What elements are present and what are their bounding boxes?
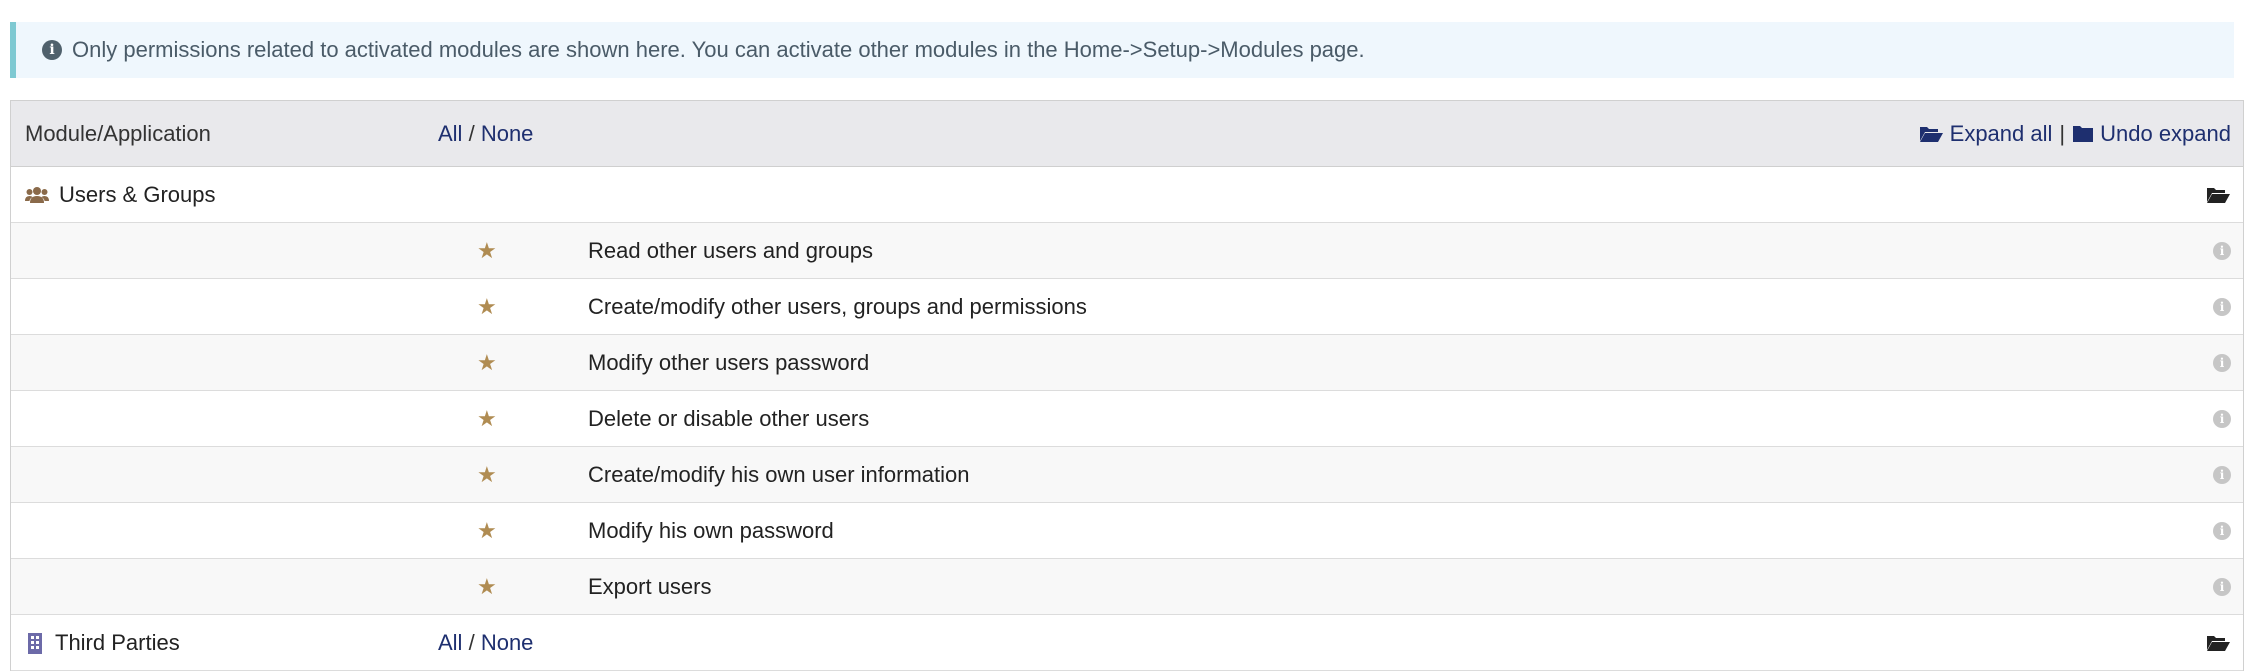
expand-controls: Expand all | Undo expand <box>1919 121 2231 147</box>
building-icon <box>25 632 45 654</box>
module-name: Third Parties <box>55 629 180 655</box>
table-header: Module/Application All / None Expand all… <box>11 101 2243 167</box>
notice-text: Only permissions related to activated mo… <box>72 37 1365 62</box>
permission-label: Create/modify other users, groups and pe… <box>588 293 1087 319</box>
module-row-third-parties[interactable]: Third Parties All / None <box>11 615 2243 671</box>
permission-row: ★ Delete or disable other users i <box>11 391 2243 447</box>
all-none-header: All / None <box>438 121 533 147</box>
info-icon[interactable]: i <box>2213 409 2231 428</box>
info-icon[interactable]: i <box>2213 465 2231 484</box>
permission-row: ★ Read other users and groups i <box>11 223 2243 279</box>
select-all-link[interactable]: All <box>438 121 462 146</box>
info-icon[interactable]: i <box>2213 521 2231 540</box>
permission-row: ★ Create/modify other users, groups and … <box>11 279 2243 335</box>
folder-closed-icon <box>2073 126 2094 142</box>
permission-label: Delete or disable other users <box>588 405 870 431</box>
permissions-notice: i Only permissions related to activated … <box>10 22 2234 78</box>
star-icon: ★ <box>477 237 497 263</box>
info-circle-icon: i <box>42 40 62 60</box>
module-name: Users & Groups <box>59 181 216 207</box>
folder-open-icon[interactable] <box>2206 633 2231 653</box>
star-icon: ★ <box>477 517 497 543</box>
permission-label: Create/modify his own user information <box>588 461 970 487</box>
select-none-link[interactable]: None <box>481 121 534 146</box>
folder-open-icon[interactable] <box>2206 185 2231 205</box>
expand-all-label: Expand all <box>1949 120 2053 146</box>
star-icon: ★ <box>477 349 497 375</box>
select-none-link[interactable]: None <box>481 630 534 655</box>
permission-label: Modify other users password <box>588 349 870 375</box>
permission-label: Modify his own password <box>588 517 834 543</box>
users-icon <box>25 186 49 204</box>
star-icon: ★ <box>477 573 497 599</box>
star-icon: ★ <box>477 461 497 487</box>
star-icon: ★ <box>477 293 497 319</box>
info-icon[interactable]: i <box>2213 353 2231 372</box>
slash-separator: / <box>468 629 475 655</box>
permission-label: Export users <box>588 573 712 599</box>
module-column-header: Module/Application <box>25 120 211 146</box>
select-all-link[interactable]: All <box>438 630 462 655</box>
permissions-table: Module/Application All / None Expand all… <box>10 100 2244 671</box>
permission-label: Read other users and groups <box>588 237 873 263</box>
permission-row: ★ Modify his own password i <box>11 503 2243 559</box>
permission-row: ★ Create/modify his own user information… <box>11 447 2243 503</box>
slash-separator: / <box>468 120 475 146</box>
expand-all-button[interactable]: Expand all <box>1919 120 2053 147</box>
info-icon[interactable]: i <box>2213 577 2231 596</box>
module-row-users-groups[interactable]: Users & Groups <box>11 167 2243 223</box>
undo-expand-button[interactable]: Undo expand <box>2072 121 2231 147</box>
permission-row: ★ Modify other users password i <box>11 335 2243 391</box>
folder-open-icon <box>1919 126 1943 142</box>
info-icon[interactable]: i <box>2213 297 2231 316</box>
undo-expand-label: Undo expand <box>2100 120 2231 146</box>
permission-row: ★ Export users i <box>11 559 2243 615</box>
info-icon[interactable]: i <box>2213 241 2231 260</box>
star-icon: ★ <box>477 405 497 431</box>
expand-separator: | <box>2059 120 2066 146</box>
